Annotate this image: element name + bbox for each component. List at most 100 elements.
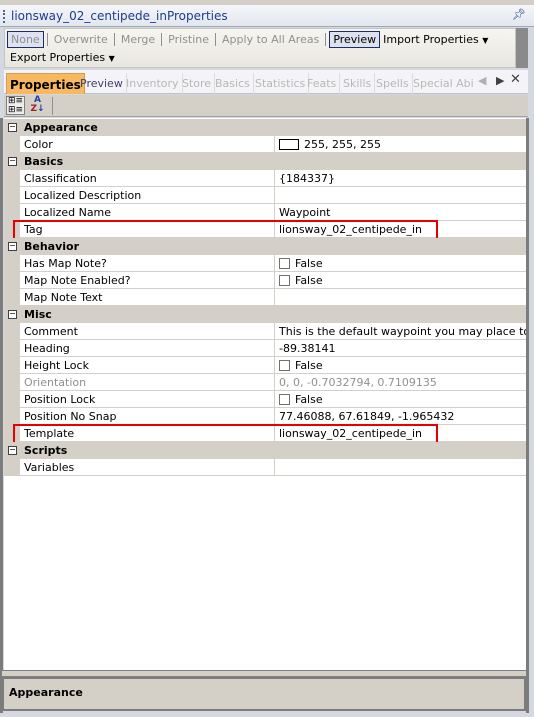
checkbox[interactable] — [279, 258, 290, 269]
property-row-classification[interactable]: Classification {184337} — [4, 170, 526, 187]
tab-properties[interactable]: Properties — [6, 73, 85, 94]
property-value[interactable]: False — [276, 272, 526, 288]
none-button[interactable]: None — [7, 31, 44, 48]
window-title: lionsway_02_centipede_inProperties — [11, 9, 228, 23]
merge-button[interactable]: Merge — [118, 32, 158, 47]
color-swatch — [279, 139, 299, 150]
category-behavior[interactable]: − Behavior — [4, 238, 526, 255]
property-value-text: {184337} — [279, 172, 335, 185]
property-name: Map Note Text — [20, 289, 275, 305]
property-value[interactable]: {184337} — [276, 170, 526, 186]
import-properties-button[interactable]: Import Properties ▼ — [380, 32, 491, 47]
property-value: 0, 0, -0.7032794, 0.7109135 — [276, 374, 526, 390]
tab-store[interactable]: Store — [179, 73, 216, 94]
property-value[interactable] — [276, 187, 526, 203]
export-properties-button[interactable]: Export Properties ▼ — [7, 50, 118, 65]
collapse-icon[interactable]: − — [8, 310, 17, 319]
row-gutter — [4, 289, 20, 306]
property-row-orientation[interactable]: Orientation 0, 0, -0.7032794, 0.7109135 — [4, 374, 526, 391]
property-value[interactable] — [276, 289, 526, 305]
property-value[interactable]: False — [276, 255, 526, 271]
property-row-comment[interactable]: Comment This is the default waypoint you … — [4, 323, 526, 340]
checkbox[interactable] — [279, 275, 290, 286]
pin-icon[interactable]: 📌︎ — [512, 8, 526, 21]
tab-skills[interactable]: Skills — [340, 73, 376, 94]
property-value[interactable]: 77.46088, 67.61849, -1.965432 — [276, 408, 526, 424]
checkbox[interactable] — [279, 394, 290, 405]
property-name: Variables — [20, 459, 275, 475]
property-value[interactable]: Waypoint — [276, 204, 526, 220]
export-properties-label: Export Properties — [10, 51, 106, 64]
property-row-color[interactable]: Color 255, 255, 255 — [4, 136, 526, 153]
tab-inventory[interactable]: Inventory — [123, 73, 183, 94]
scroll-right-icon[interactable]: ▶ — [496, 74, 504, 87]
preview-button[interactable]: Preview — [329, 31, 381, 48]
frame-right — [526, 118, 529, 713]
row-gutter — [4, 459, 20, 476]
property-value-text: Waypoint — [279, 206, 331, 219]
category-appearance[interactable]: − Appearance — [4, 119, 526, 136]
property-row-localized-name[interactable]: Localized Name Waypoint — [4, 204, 526, 221]
collapse-icon[interactable]: − — [8, 123, 17, 132]
property-row-height-lock[interactable]: Height Lock False — [4, 357, 526, 374]
tab-spells[interactable]: Spells — [373, 73, 413, 94]
alphabetical-sort-icon[interactable]: A Z↓ — [28, 96, 47, 115]
property-value-text: -89.38141 — [279, 342, 336, 355]
scroll-left-icon[interactable]: ◀ — [478, 74, 486, 87]
checkbox[interactable] — [279, 360, 290, 371]
property-name: Appearance — [24, 121, 98, 134]
property-name: Localized Description — [20, 187, 275, 203]
property-row-map-note-text[interactable]: Map Note Text — [4, 289, 526, 306]
tab-basics[interactable]: Basics — [212, 73, 254, 94]
toolbar-overflow-button[interactable] — [516, 28, 528, 68]
grip-icon[interactable] — [3, 10, 5, 23]
dropdown-arrow-icon: ▼ — [482, 36, 489, 45]
property-row-position-lock[interactable]: Position Lock False — [4, 391, 526, 408]
property-name: Height Lock — [20, 357, 275, 373]
dropdown-arrow-icon: ▼ — [108, 54, 115, 63]
property-value[interactable]: -89.38141 — [276, 340, 526, 356]
apply-to-all-areas-button[interactable]: Apply to All Areas — [219, 32, 322, 47]
property-name: Has Map Note? — [20, 255, 275, 271]
property-name: Comment — [20, 323, 275, 339]
property-name: Map Note Enabled? — [20, 272, 275, 288]
category-misc[interactable]: − Misc — [4, 306, 526, 323]
frame-left — [0, 118, 3, 713]
property-value[interactable]: False — [276, 391, 526, 407]
tab-special-abilities[interactable]: Special Abili — [410, 73, 474, 94]
row-gutter — [4, 323, 20, 340]
category-scripts[interactable]: − Scripts — [4, 442, 526, 459]
row-gutter — [4, 187, 20, 204]
tab-feats[interactable]: Feats — [304, 73, 341, 94]
property-row-localized-description[interactable]: Localized Description — [4, 187, 526, 204]
tab-preview[interactable]: Preview — [77, 73, 127, 94]
close-icon[interactable]: ✕ — [510, 72, 521, 87]
category-basics[interactable]: − Basics — [4, 153, 526, 170]
property-value[interactable]: False — [276, 357, 526, 373]
property-name: Position Lock — [20, 391, 275, 407]
pristine-button[interactable]: Pristine — [165, 32, 212, 47]
property-value[interactable]: This is the default waypoint you may pla… — [276, 323, 526, 339]
property-row-variables[interactable]: Variables — [4, 459, 526, 476]
property-row-position-no-snap[interactable]: Position No Snap 77.46088, 67.61849, -1.9… — [4, 408, 526, 425]
title-bar: lionsway_02_centipede_inProperties 📌︎ — [0, 5, 534, 27]
tab-statistics[interactable]: Statistics — [252, 73, 310, 94]
collapse-icon[interactable]: − — [8, 157, 17, 166]
property-row-map-note-enabled[interactable]: Map Note Enabled? False — [4, 272, 526, 289]
row-gutter — [4, 136, 20, 153]
description-splitter[interactable] — [2, 670, 526, 677]
separator — [161, 33, 163, 46]
property-value-text: False — [295, 257, 323, 270]
property-row-has-map-note[interactable]: Has Map Note? False — [4, 255, 526, 272]
property-value-text: False — [295, 393, 323, 406]
merge-toolbar: None Overwrite Merge Pristine Apply to A… — [4, 28, 516, 68]
property-value[interactable]: 255, 255, 255 — [276, 136, 526, 152]
property-row-heading[interactable]: Heading -89.38141 — [4, 340, 526, 357]
categorized-icon[interactable]: ⊞≡ ⊞≡ — [6, 96, 25, 115]
property-grid-toolbar: ⊞≡ ⊞≡ A Z↓ — [4, 95, 528, 117]
property-value[interactable] — [276, 459, 526, 475]
collapse-icon[interactable]: − — [8, 446, 17, 455]
collapse-icon[interactable]: − — [8, 242, 17, 251]
overwrite-button[interactable]: Overwrite — [51, 32, 111, 47]
description-title: Appearance — [9, 686, 83, 699]
